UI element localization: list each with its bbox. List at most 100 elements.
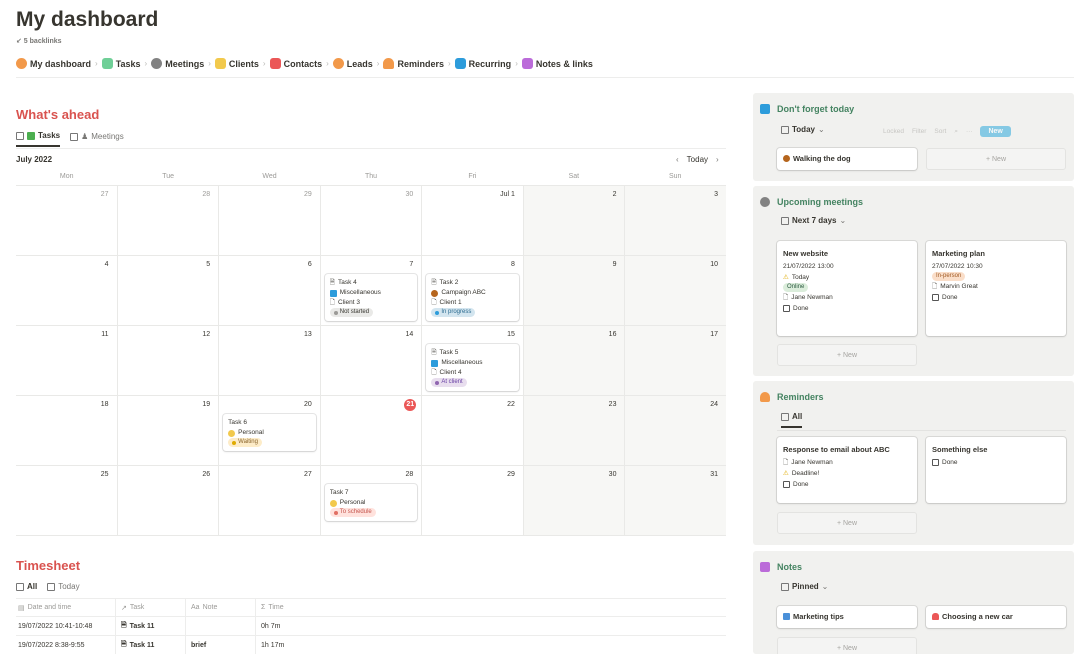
tab-today[interactable]: Today — [47, 582, 80, 591]
add-new-button[interactable]: + New — [926, 148, 1066, 170]
calendar-day[interactable]: 8 🗎 Task 2 Campaign ABC 🗋 Client 1 In prog… — [422, 256, 524, 326]
calendar-day[interactable]: 25 — [16, 466, 118, 536]
col-time[interactable]: Σ Time — [256, 599, 726, 616]
meeting-date: 27/07/2022 10:30 — [932, 263, 983, 270]
col-task[interactable]: ↗ Task — [116, 599, 186, 616]
calendar-day[interactable]: 21 — [320, 396, 423, 466]
tab-all[interactable]: All — [16, 582, 37, 591]
calendar-day[interactable]: 10 — [625, 256, 727, 326]
nav-tasks[interactable]: Tasks — [101, 58, 141, 69]
table-row[interactable]: 19/07/2022 8:38-9:55 🗎 Task 11 brief 1h 1… — [16, 636, 726, 654]
calendar-grid: 27 28 29 30 Jul 1 2 3 4 5 6 7 🗎 Task 4 Mi… — [16, 185, 727, 536]
done-checkbox[interactable] — [783, 481, 790, 488]
add-new-button[interactable]: + New — [777, 344, 917, 366]
card-walking-dog[interactable]: Walking the dog — [777, 148, 917, 170]
calendar-day[interactable]: 24 — [625, 396, 727, 466]
panel-title: Notes — [777, 562, 803, 572]
calendar-day[interactable]: 26 — [117, 466, 220, 536]
calendar-day[interactable]: 27 — [219, 466, 321, 536]
view-selector[interactable]: Next 7 days ⌄ — [781, 216, 846, 230]
reminder-card[interactable]: Response to email about ABC 🗋 Jane Newman… — [777, 437, 917, 503]
next-month-button[interactable]: › — [716, 155, 719, 164]
calendar-day[interactable]: 28 — [117, 186, 220, 256]
nav-reminders[interactable]: Reminders — [383, 58, 444, 69]
nav-my-dashboard[interactable]: My dashboard — [16, 58, 91, 69]
note-card[interactable]: Marketing tips — [777, 606, 917, 628]
calendar-day[interactable]: 3 — [625, 186, 727, 256]
event-card-task-5[interactable]: 🗎 Task 5 Miscellaneous 🗋 Client 4 At clien… — [426, 344, 519, 391]
note-card[interactable]: Choosing a new car — [926, 606, 1066, 628]
calendar-day[interactable]: 20 Task 6 Personal Waiting — [219, 396, 321, 466]
add-new-button[interactable]: + New — [777, 637, 917, 654]
calendar-day[interactable]: 6 — [219, 256, 321, 326]
calendar-day[interactable]: 17 — [625, 326, 727, 396]
view-selector[interactable]: Today ⌄ — [781, 125, 825, 139]
calendar-day[interactable]: 29 — [219, 186, 321, 256]
calendar-day[interactable]: 2 — [523, 186, 626, 256]
nav-recurring[interactable]: Recurring — [454, 58, 511, 69]
table-row[interactable]: 19/07/2022 10:41-10:48 🗎 Task 11 0h 7m — [16, 617, 726, 636]
event-card-task-7[interactable]: Task 7 Personal To schedule — [324, 484, 418, 521]
event-card-task-2[interactable]: 🗎 Task 2 Campaign ABC 🗋 Client 1 In progre… — [426, 274, 519, 321]
view-selector[interactable]: All — [781, 412, 803, 428]
calendar-day[interactable]: 11 — [16, 326, 118, 396]
cell-task[interactable]: 🗎 Task 11 — [116, 636, 186, 654]
page-icon: 🗋 — [431, 299, 437, 306]
done-checkbox[interactable] — [932, 294, 939, 301]
bell-icon — [383, 58, 395, 69]
nav-contacts[interactable]: Contacts — [269, 58, 322, 69]
calendar-day[interactable]: Jul 1 — [422, 186, 524, 256]
calendar-day[interactable]: 29 — [422, 466, 524, 536]
backlinks-link[interactable]: ↙ 5 backlinks — [16, 37, 62, 45]
done-checkbox[interactable] — [783, 305, 790, 312]
view-selector[interactable]: Pinned ⌄ — [781, 582, 828, 596]
panel-reminders: Reminders All Response to email about AB… — [753, 381, 1074, 545]
calendar-day[interactable]: 16 — [523, 326, 626, 396]
event-card-task-4[interactable]: 🗎 Task 4 Miscellaneous 🗋 Client 3 Not star… — [324, 274, 418, 321]
lock-button[interactable]: Locked — [883, 128, 904, 135]
calendar-day[interactable]: 19 — [117, 396, 220, 466]
meeting-card[interactable]: New website 21/07/2022 13:00 ⚠ Today Onli… — [777, 241, 917, 336]
col-date[interactable]: ▤ Date and time — [16, 599, 116, 616]
prev-month-button[interactable]: ‹ — [676, 155, 679, 164]
cell-task[interactable]: 🗎 Task 11 — [116, 617, 186, 635]
col-note[interactable]: Aa Note — [186, 599, 256, 616]
calendar-day[interactable]: 28 Task 7 Personal To schedule — [320, 466, 423, 536]
calendar-day[interactable]: 12 — [117, 326, 220, 396]
nav-notes-links[interactable]: Notes & links — [521, 58, 593, 69]
calendar-day[interactable]: 30 — [320, 186, 423, 256]
calendar-day[interactable]: 7 🗎 Task 4 Miscellaneous 🗋 Client 3 Not st… — [320, 256, 423, 326]
new-button[interactable]: New — [980, 126, 1011, 137]
nav-meetings[interactable]: Meetings — [151, 58, 204, 69]
done-checkbox[interactable] — [932, 459, 939, 466]
calendar-day[interactable]: 5 — [117, 256, 220, 326]
calendar-day[interactable]: 9 — [523, 256, 626, 326]
calendar-day[interactable]: 30 — [523, 466, 626, 536]
reminder-card[interactable]: Something else Done — [926, 437, 1066, 503]
calendar-day[interactable]: 13 — [219, 326, 321, 396]
calendar-day[interactable]: 27 — [16, 186, 118, 256]
more-icon[interactable]: ··· — [966, 128, 973, 135]
warning-icon: ⚠ — [783, 274, 789, 281]
filter-button[interactable]: Filter — [912, 128, 926, 135]
tab-tasks[interactable]: Tasks — [16, 131, 61, 147]
calendar-day[interactable]: 15 🗎 Task 5 Miscellaneous 🗋 Client 4 At cl… — [422, 326, 524, 396]
sort-button[interactable]: Sort — [934, 128, 946, 135]
event-category: Campaign ABC — [441, 289, 486, 296]
meeting-card[interactable]: Marketing plan 27/07/2022 10:30 In-perso… — [926, 241, 1066, 336]
calendar-day[interactable]: 23 — [523, 396, 626, 466]
nav-clients[interactable]: Clients — [214, 58, 259, 69]
calendar-day[interactable]: 4 — [16, 256, 118, 326]
today-button[interactable]: Today — [687, 155, 708, 164]
calendar-day[interactable]: 18 — [16, 396, 118, 466]
nav-leads[interactable]: Leads — [332, 58, 373, 69]
day-number: 15 — [507, 331, 515, 338]
tab-meetings[interactable]: ♟ Meetings — [70, 131, 124, 147]
cell-time: 1h 17m — [261, 641, 285, 649]
event-card-task-6[interactable]: Task 6 Personal Waiting — [223, 414, 316, 451]
calendar-day[interactable]: 14 — [320, 326, 423, 396]
calendar-day[interactable]: 22 — [422, 396, 524, 466]
add-new-button[interactable]: + New — [777, 512, 917, 534]
calendar-day[interactable]: 31 — [625, 466, 727, 536]
search-icon[interactable]: ⌕ — [954, 128, 958, 136]
